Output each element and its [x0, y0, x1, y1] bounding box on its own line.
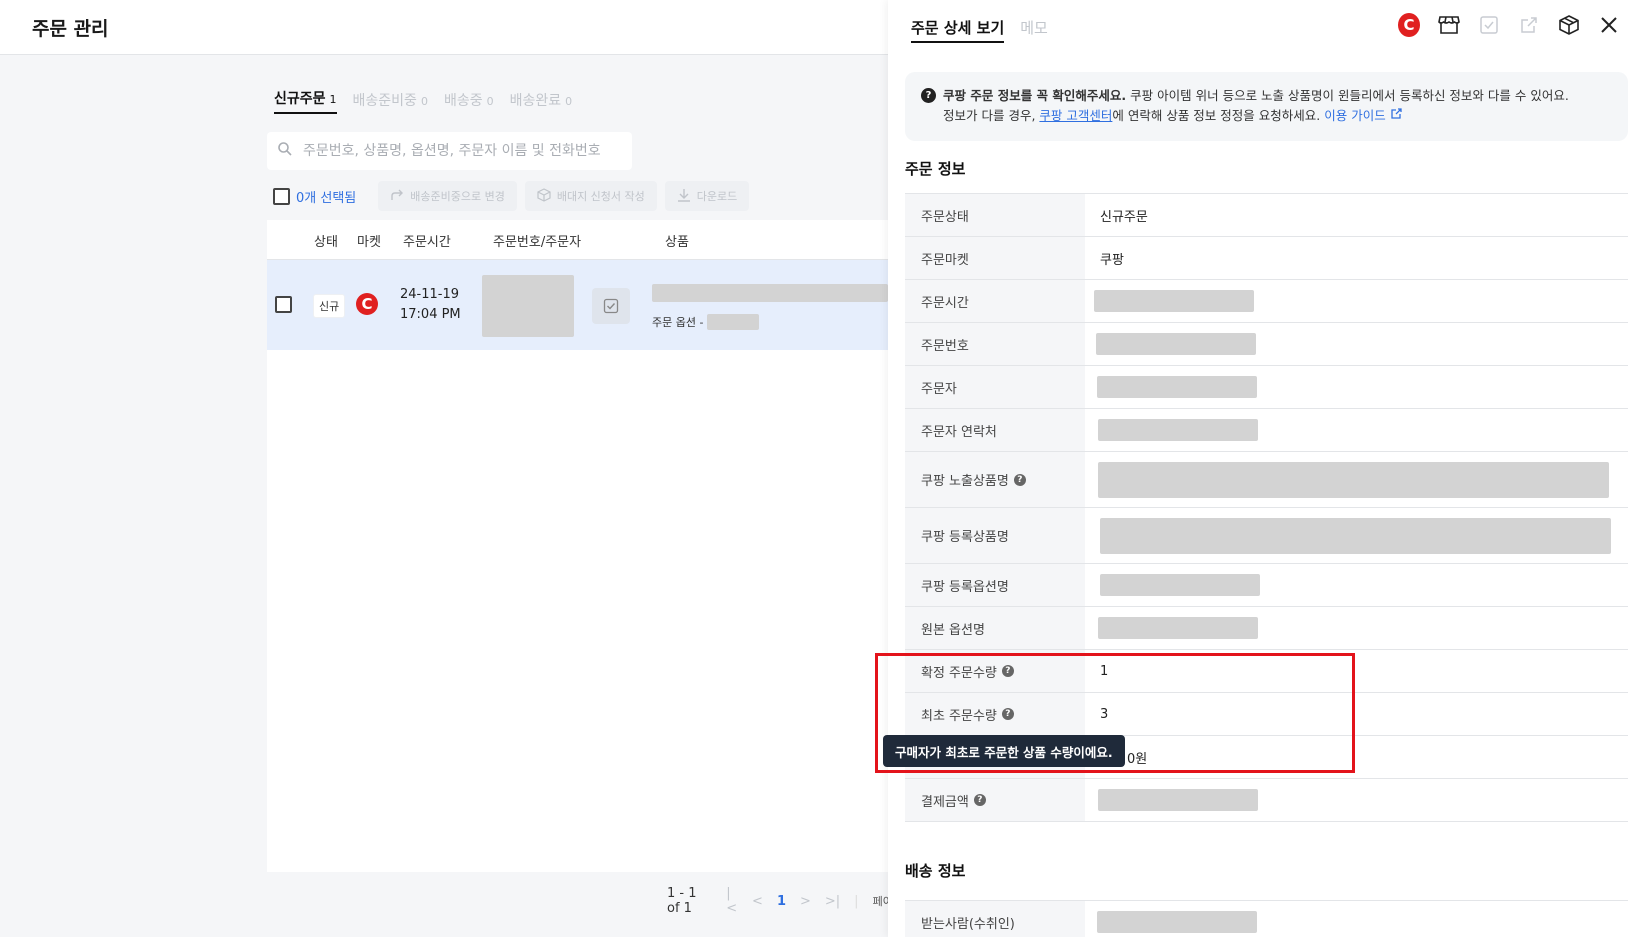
- redacted-value: [1100, 574, 1260, 596]
- table-header: 상태 마켓 주문시간 주문번호/주문자 상품: [267, 220, 888, 260]
- info-row-market: 주문마켓 쿠팡: [905, 237, 1628, 280]
- info-row-orderer-phone: 주문자 연락처: [905, 409, 1628, 452]
- page-header: 주문 관리: [0, 0, 888, 55]
- store-icon[interactable]: [1438, 14, 1460, 36]
- download-icon: [677, 188, 691, 205]
- info-row-original-option: 원본 옵션명: [905, 607, 1628, 650]
- select-all[interactable]: 0개 선택됨: [273, 187, 356, 206]
- check-square-icon: [603, 298, 619, 314]
- shipping-info-title: 배송 정보: [905, 862, 966, 880]
- info-row-recipient: 받는사람(수취인): [905, 901, 1628, 937]
- info-row-order-time: 주문시간: [905, 280, 1628, 323]
- page-number[interactable]: 1: [777, 894, 786, 909]
- external-link-icon[interactable]: [1518, 14, 1540, 36]
- panel-toolbar: C: [1398, 13, 1620, 37]
- order-option-label: 주문 옵션 -: [652, 316, 704, 329]
- search-input[interactable]: [303, 143, 623, 159]
- question-icon: ?: [921, 88, 936, 103]
- page-title: 주문 관리: [32, 18, 109, 40]
- status-tabs: 신규주문 1 배송준비중 0 배송중 0 배송완료 0: [274, 88, 572, 114]
- pagination: 1 - 1 of 1 |< < 1 > >| | 페이지: [667, 886, 888, 916]
- tab-shipping[interactable]: 배송중 0: [444, 90, 494, 114]
- page-size-label: 페이지: [872, 895, 888, 908]
- external-link-icon: [1391, 108, 1402, 119]
- check-square-icon[interactable]: [1478, 14, 1500, 36]
- shipping-info-table: 받는사람(수취인): [905, 900, 1628, 937]
- coupang-notice: ? 쿠팡 주문 정보를 꼭 확인해주세요. 쿠팡 아이템 위너 등으로 노출 상…: [905, 72, 1628, 141]
- tab-preparing[interactable]: 배송준비중 0: [353, 90, 428, 114]
- redacted-value: [1097, 911, 1257, 933]
- order-info-title: 주문 정보: [905, 160, 966, 178]
- col-status: 상태: [314, 235, 338, 250]
- info-row-registered-option: 쿠팡 등록옵션명: [905, 564, 1628, 607]
- info-row-status: 주문상태 신규주문: [905, 194, 1628, 237]
- help-icon[interactable]: ?: [1013, 473, 1026, 486]
- redacted-value: [1097, 376, 1257, 398]
- coupang-market-icon: C: [356, 293, 378, 315]
- help-icon[interactable]: ?: [973, 794, 986, 806]
- order-management-page: 주문 관리 신규주문1 배송준비중0 배송중0 배송완료0 0개 선택됨 배송준…: [0, 0, 888, 937]
- info-row-registered-name: 쿠팡 등록상품명: [905, 508, 1628, 564]
- search-box: [267, 132, 632, 170]
- order-detail-panel: 주문 상세 보기 메모 C ? 쿠팡 주문 정보를 꼭 확인해주세요. 쿠팡 아…: [888, 0, 1634, 937]
- col-order-number: 주문번호/주문자: [493, 235, 582, 250]
- panel-tabs: 주문 상세 보기 메모: [911, 17, 1048, 43]
- redacted-value: [1098, 789, 1258, 811]
- orders-table: 상태 마켓 주문시간 주문번호/주문자 상품 신규 C 24-11-19 17:…: [267, 220, 888, 872]
- redacted-value: [1098, 617, 1258, 639]
- search-icon: [277, 141, 293, 161]
- page-range: 1 - 1 of 1: [667, 886, 697, 916]
- info-row-orderer: 주문자: [905, 366, 1628, 409]
- first-page-icon[interactable]: |<: [726, 886, 738, 916]
- box-icon: [537, 187, 551, 205]
- download-button[interactable]: 다운로드: [664, 181, 750, 211]
- order-number-redacted: [482, 275, 574, 337]
- change-status-button[interactable]: 배송준비중으로 변경: [378, 181, 517, 211]
- info-row-order-number: 주문번호: [905, 323, 1628, 366]
- invoice-button[interactable]: 배대지 신청서 작성: [524, 181, 657, 211]
- redacted-value: [1094, 290, 1254, 312]
- confirm-check-button[interactable]: [592, 288, 630, 324]
- redacted-value: [1096, 333, 1256, 355]
- col-market: 마켓: [357, 235, 381, 250]
- tab-order-detail[interactable]: 주문 상세 보기: [911, 17, 1005, 43]
- next-page-icon[interactable]: >: [800, 894, 811, 909]
- table-row[interactable]: 신규 C 24-11-19 17:04 PM 주문 옵션 -: [267, 260, 888, 350]
- tab-memo[interactable]: 메모: [1020, 17, 1048, 43]
- prev-page-icon[interactable]: <: [752, 894, 763, 909]
- col-order-time: 주문시간: [403, 235, 451, 250]
- tab-new-orders[interactable]: 신규주문 1: [274, 88, 337, 114]
- product-name-redacted: [652, 284, 888, 302]
- redacted-value: [1100, 517, 1611, 554]
- col-product: 상품: [665, 235, 689, 250]
- row-checkbox[interactable]: [275, 296, 292, 313]
- select-all-checkbox[interactable]: [273, 187, 290, 205]
- info-row-display-name: 쿠팡 노출상품명?: [905, 452, 1628, 508]
- bulk-actions: 0개 선택됨 배송준비중으로 변경 배대지 신청서 작성 다운로드: [273, 181, 750, 211]
- usage-guide-link[interactable]: 이용 가이드: [1324, 108, 1402, 123]
- share-arrow-icon: [390, 189, 404, 204]
- last-page-icon[interactable]: >|: [825, 894, 840, 909]
- package-icon[interactable]: [1558, 14, 1580, 36]
- redacted-value: [1098, 419, 1258, 441]
- close-icon[interactable]: [1598, 14, 1620, 36]
- info-row-payment: 결제금액?: [905, 779, 1628, 822]
- order-time: 24-11-19 17:04 PM: [400, 287, 461, 322]
- status-badge: 신규: [313, 294, 346, 318]
- order-option-redacted: [707, 314, 759, 330]
- tab-delivered[interactable]: 배송완료 0: [510, 90, 573, 114]
- coupang-cs-link[interactable]: 쿠팡 고객센터: [1039, 108, 1112, 123]
- redacted-value: [1098, 461, 1609, 498]
- help-tooltip: 구매자가 최초로 주문한 상품 수량이에요.: [883, 735, 1125, 767]
- coupang-icon[interactable]: C: [1398, 13, 1420, 37]
